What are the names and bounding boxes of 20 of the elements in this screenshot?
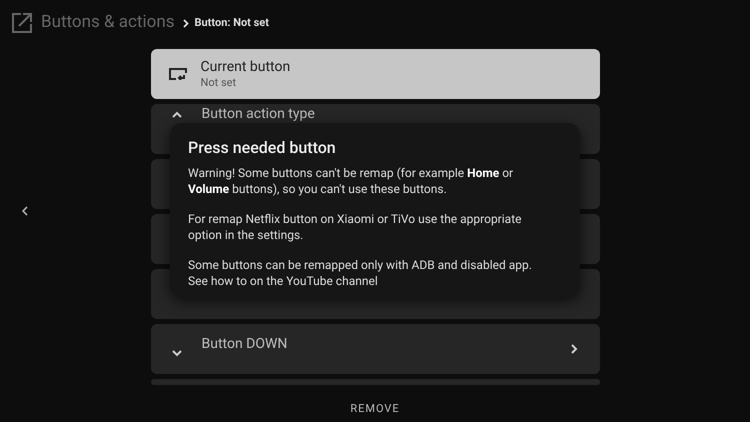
dialog-title: Press needed button [188,137,337,159]
chevron-down-icon [172,350,182,356]
dialog-text: For remap Netflix button on Xiaomi or TiVo use the appropriate option in the settings. [188,211,522,243]
chevron-up-icon [172,111,182,118]
external-link-icon [11,12,33,34]
chevron-right-icon [182,18,188,28]
page-title: Buttons & actions [41,11,174,34]
chevron-left-icon [22,206,28,216]
dialog-text: Some buttons can be remapped only with ADB and disabled app. See how to on the YouTube channel [188,257,533,289]
dialog-text: Warning! Some buttons can't be remap (for example Home or Volume buttons), so you can't use these buttons. [188,165,514,197]
row-subtitle: Not set [200,76,238,90]
chevron-right-icon [570,344,578,354]
row-title: Current button [200,58,290,76]
row-title: Button action type [202,106,315,123]
remove-button[interactable]: REMOVE [342,399,408,420]
remote-button-icon [168,68,186,80]
breadcrumb: Button: Not set [194,14,269,31]
row-title: Button DOWN [202,335,288,354]
list-row[interactable]: Current button Not set [150,49,600,99]
list-row[interactable]: Button DOWN [150,324,600,374]
